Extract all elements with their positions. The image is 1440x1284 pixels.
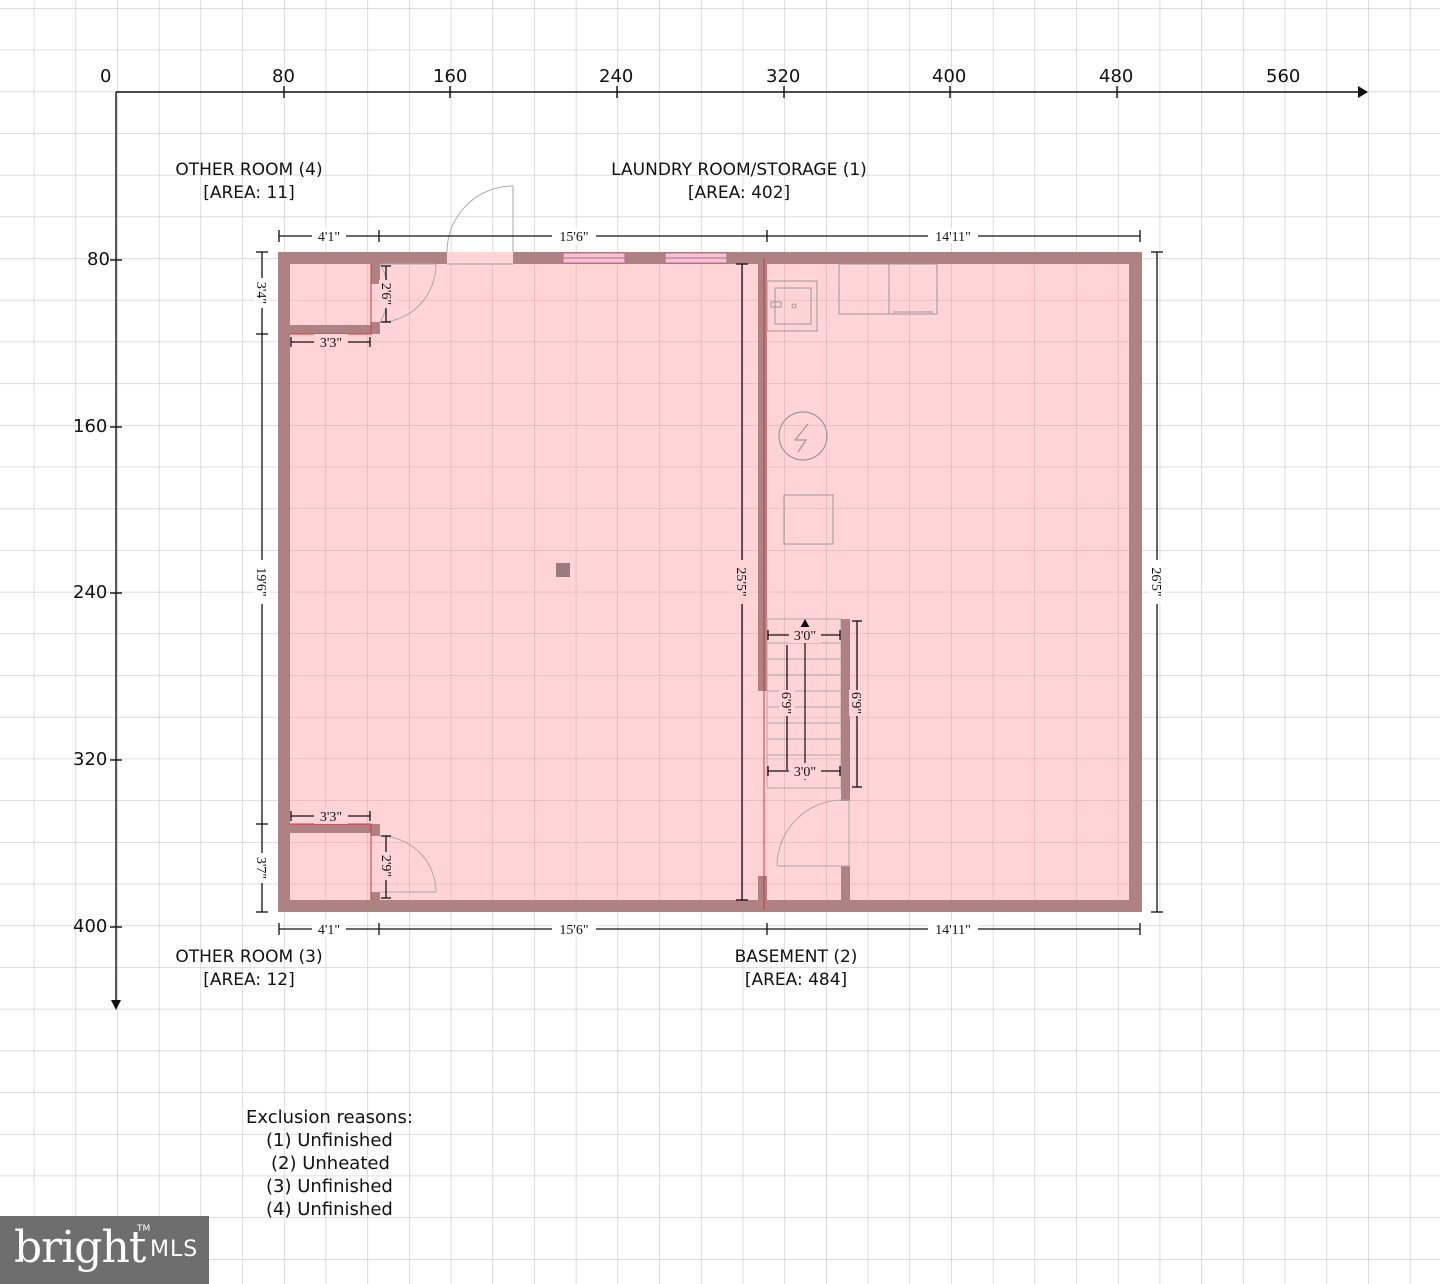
dim-top-a: 4'1" — [318, 230, 340, 245]
legend-title: Exclusion reasons: — [246, 1107, 413, 1128]
bright-mls-logo: bright TM MLS — [0, 1216, 209, 1284]
x-tick-480: 480 — [1099, 66, 1134, 87]
dim-bottom-b: 15'6" — [559, 923, 588, 938]
basement-floor-grid — [284, 258, 1135, 906]
y-tick-320: 320 — [73, 749, 108, 770]
logo-trademark: TM — [137, 1224, 151, 1234]
room-label-laundry: LAUNDRY ROOM/STORAGE (1) [AREA: 402] — [579, 159, 899, 205]
dim-right: 26'5" — [1148, 567, 1163, 596]
dim-stair-bottom-width: 3'0" — [794, 765, 816, 780]
legend-item: (1) Unfinished — [266, 1130, 393, 1151]
x-tick-80: 80 — [272, 66, 295, 87]
x-tick-320: 320 — [766, 66, 801, 87]
room-label-other-room-3: OTHER ROOM (3) [AREA: 12] — [149, 946, 349, 992]
dim-stair-length-outer: 6'9" — [848, 692, 863, 714]
y-tick-400: 400 — [73, 916, 108, 937]
stair-wall-lower — [841, 866, 850, 906]
dim-stair-top-width: 3'0" — [794, 629, 816, 644]
dim-left-mid: 19'6" — [253, 567, 268, 596]
dim-left-bottom: 3'7" — [253, 857, 268, 879]
dim-bottom-c: 14'11" — [935, 923, 971, 938]
support-post — [556, 563, 570, 577]
y-tick-240: 240 — [73, 582, 108, 603]
x-tick-400: 400 — [932, 66, 967, 87]
top-door-opening — [447, 252, 513, 264]
dim-closet-top-door: 2'6" — [378, 283, 393, 305]
legend-item: (2) Unheated — [271, 1153, 390, 1174]
x-tick-240: 240 — [599, 66, 634, 87]
room-name: OTHER ROOM (4) — [175, 160, 323, 180]
dim-left-top: 3'4" — [253, 282, 268, 304]
x-tick-160: 160 — [433, 66, 468, 87]
dim-top-c: 14'11" — [935, 230, 971, 245]
room-label-other-room-4: OTHER ROOM (4) [AREA: 11] — [149, 159, 349, 205]
room-area: [AREA: 12] — [203, 970, 295, 990]
x-tick-560: 560 — [1266, 66, 1301, 87]
dim-bottom-a: 4'1" — [318, 923, 340, 938]
y-tick-160: 160 — [73, 416, 108, 437]
room-area: [AREA: 484] — [744, 970, 848, 990]
dim-closet-bottom-width: 3'3" — [320, 810, 342, 825]
room-name: OTHER ROOM (3) — [175, 947, 323, 967]
dim-top-b: 15'6" — [559, 230, 588, 245]
y-tick-80: 80 — [87, 249, 110, 270]
x-tick-0: 0 — [100, 66, 112, 87]
logo-word: bright — [14, 1222, 146, 1273]
room-area: [AREA: 402] — [687, 183, 791, 203]
room-label-basement: BASEMENT (2) [AREA: 484] — [696, 946, 896, 992]
room-name: LAUNDRY ROOM/STORAGE (1) — [611, 160, 867, 180]
dim-closet-bottom-door: 2'9" — [378, 855, 393, 877]
room-area: [AREA: 11] — [203, 183, 295, 203]
legend-item: (4) Unfinished — [266, 1199, 393, 1220]
dim-inner-vertical: 25'5" — [733, 567, 748, 596]
logo-mls: MLS — [150, 1237, 199, 1262]
exclusion-legend: Exclusion reasons: (1) Unfinished (2) Un… — [246, 1106, 413, 1221]
legend-item: (3) Unfinished — [266, 1176, 393, 1197]
dim-stair-length-inner: 6'9" — [778, 692, 793, 714]
dim-closet-top-width: 3'3" — [320, 336, 342, 351]
room-name: BASEMENT (2) — [734, 947, 858, 967]
